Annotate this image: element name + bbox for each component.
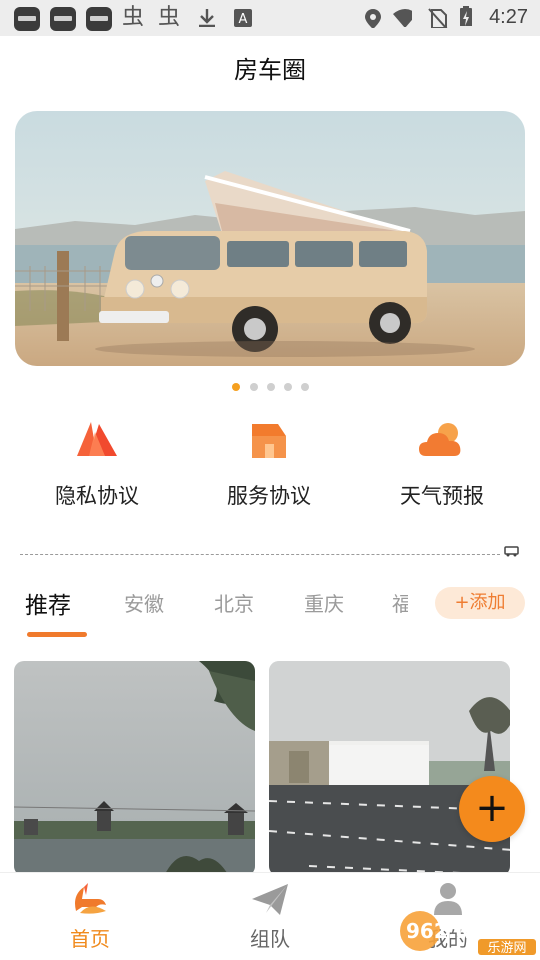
watermark-subtext: 乐游网 <box>487 941 526 956</box>
active-tab-indicator <box>27 632 87 637</box>
entry-label: 服务协议 <box>227 484 311 508</box>
location-icon <box>365 9 381 28</box>
paper-plane-icon <box>252 884 288 915</box>
tab-recommend[interactable]: 推荐 <box>25 586 71 620</box>
nav-home[interactable]: 首页 <box>40 881 140 952</box>
bug-icon: 虫 <box>158 5 181 30</box>
banner-dot[interactable] <box>301 383 309 391</box>
app-icon <box>86 7 112 31</box>
battery-charging-icon <box>460 6 472 26</box>
watermark-logo: 962.NET 乐游网 <box>398 905 538 957</box>
bug-icon: 虫 <box>122 5 145 30</box>
no-sim-icon <box>428 8 448 28</box>
wifi-icon <box>393 9 412 27</box>
tab-chongqing[interactable]: 重庆 <box>304 588 344 617</box>
post-card[interactable] <box>269 661 510 876</box>
tab-beijing[interactable]: 北京 <box>214 588 254 617</box>
a-icon: A <box>234 9 252 27</box>
banner-dot-active[interactable] <box>232 383 240 391</box>
parking-lot-photo <box>269 661 510 876</box>
app-icon <box>14 7 40 31</box>
entry-weather-forecast[interactable]: 天气预报 <box>357 420 527 510</box>
nav-label: 组队 <box>250 927 290 951</box>
rv-small-icon <box>504 546 519 557</box>
post-card[interactable] <box>14 661 255 876</box>
entry-privacy-policy[interactable]: 隐私协议 <box>12 420 182 510</box>
weather-cloud-icon <box>419 423 461 456</box>
create-post-fab[interactable]: + <box>459 776 525 842</box>
banner-image[interactable] <box>15 111 525 366</box>
app-icon <box>50 7 76 31</box>
nav-label: 首页 <box>70 927 110 951</box>
status-bar: 虫 虫 A 4:27 <box>0 0 540 36</box>
banner-dot[interactable] <box>267 383 275 391</box>
notice-bar[interactable] <box>20 543 520 557</box>
lake-pavilion-photo <box>14 661 255 876</box>
clock: 4:27 <box>489 6 528 28</box>
add-region-button[interactable]: +添加 <box>435 587 525 619</box>
nav-team[interactable]: 组队 <box>220 881 320 952</box>
privacy-triangle-icon <box>77 422 117 456</box>
page-title: 房车圈 <box>234 56 306 84</box>
banner-dot[interactable] <box>284 383 292 391</box>
banner-dot[interactable] <box>250 383 258 391</box>
svg-text:A: A <box>239 12 248 27</box>
notice-divider <box>20 554 500 555</box>
entry-label: 隐私协议 <box>55 484 139 508</box>
campervan-photo <box>15 111 525 366</box>
service-house-icon <box>252 424 286 458</box>
download-icon <box>199 9 215 27</box>
tab-anhui[interactable]: 安徽 <box>124 588 164 617</box>
tab-partial[interactable]: 福 <box>392 588 408 617</box>
home-logo-icon <box>75 883 106 914</box>
entry-label: 天气预报 <box>400 484 484 508</box>
entry-service-agreement[interactable]: 服务协议 <box>184 420 354 510</box>
